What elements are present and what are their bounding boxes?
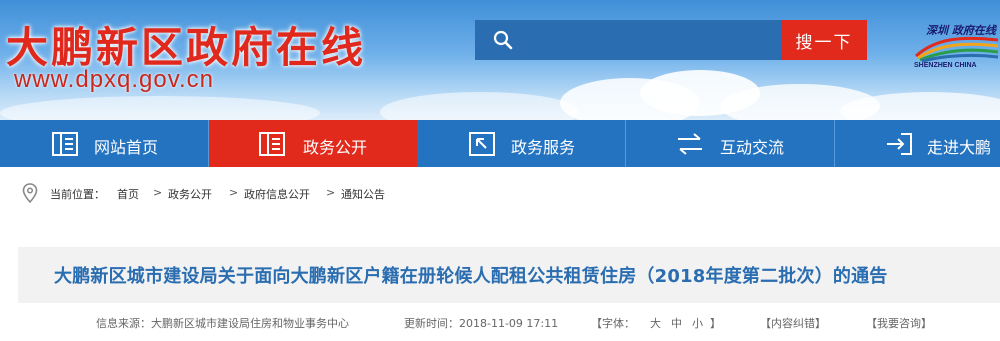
breadcrumb-separator: > — [326, 186, 336, 199]
font-size-large-link[interactable]: 大 — [650, 315, 661, 331]
location-pin-icon — [22, 183, 38, 203]
enter-icon — [887, 133, 912, 155]
public-doc-icon — [259, 132, 285, 156]
search-button[interactable]: 搜一下 — [781, 20, 867, 60]
nav-item-interaction[interactable]: 互动交流 — [626, 120, 835, 167]
breadcrumb-label: 当前位置： — [50, 188, 105, 201]
site-header: 大鹏新区政府在线 www.dpxq.gov.cn 搜一下 深圳 政府在线 SHE… — [0, 0, 1000, 120]
breadcrumb-item-public-affairs[interactable]: 政务公开 — [168, 186, 212, 202]
cloud-decoration — [0, 96, 320, 120]
font-size-small-link[interactable]: 小 — [692, 315, 703, 331]
update-time: 更新时间：2018-11-09 17:11 — [404, 317, 559, 330]
font-size-close: 】 — [710, 317, 721, 330]
info-source: 信息来源：大鹏新区城市建设局住房和物业事务中心 — [96, 317, 349, 330]
search-input[interactable] — [521, 26, 771, 54]
nav-label: 政务公开 — [303, 138, 368, 157]
article-title: 大鹏新区城市建设局关于面向大鹏新区户籍在册轮候人配租公共租赁住房（2018年度第… — [54, 266, 888, 287]
nav-label: 政务服务 — [511, 138, 576, 157]
cloud-decoration — [380, 92, 580, 120]
breadcrumb-item-gov-info[interactable]: 政府信息公开 — [244, 186, 310, 202]
font-size-label: 【字体： — [591, 317, 635, 330]
breadcrumb: 当前位置： 首页 > 政务公开 > 政府信息公开 > 通知公告 — [0, 167, 1000, 219]
consult-link[interactable]: 【我要咨询】 — [866, 315, 932, 331]
breadcrumb-item-notices[interactable]: 通知公告 — [341, 186, 385, 202]
nav-item-public-affairs[interactable]: 政务公开 — [209, 120, 417, 167]
content-correction-link[interactable]: 【内容纠错】 — [760, 315, 826, 331]
search-icon — [493, 30, 513, 50]
logo-swoosh-icon — [914, 36, 999, 62]
breadcrumb-item-home[interactable]: 首页 — [117, 186, 139, 202]
nav-item-services[interactable]: 政务服务 — [417, 120, 626, 167]
article-title-bar: 大鹏新区城市建设局关于面向大鹏新区户籍在册轮候人配租公共租赁住房（2018年度第… — [18, 247, 1000, 303]
search-box — [475, 20, 781, 60]
nav-label: 网站首页 — [94, 138, 159, 157]
nav-item-about-dapeng[interactable]: 走进大鹏 — [835, 120, 1000, 167]
exchange-arrows-icon — [678, 133, 702, 155]
nav-label: 互动交流 — [720, 138, 785, 157]
logo-subtext: SHENZHEN CHINA — [914, 62, 977, 69]
service-icon — [469, 132, 495, 156]
font-size-medium-link[interactable]: 中 — [671, 315, 682, 331]
nav-label: 走进大鹏 — [927, 138, 992, 157]
shenzhen-logo[interactable]: 深圳 政府在线 SHENZHEN CHINA — [912, 18, 1000, 78]
nav-item-home[interactable]: 网站首页 — [0, 120, 209, 167]
main-nav: 网站首页 政务公开 政务服务 互动交流 走进大鹏 — [0, 120, 1000, 167]
breadcrumb-separator: > — [153, 186, 163, 199]
breadcrumb-separator: > — [229, 186, 239, 199]
site-url[interactable]: www.dpxq.gov.cn — [14, 66, 214, 94]
home-doc-icon — [52, 132, 78, 156]
